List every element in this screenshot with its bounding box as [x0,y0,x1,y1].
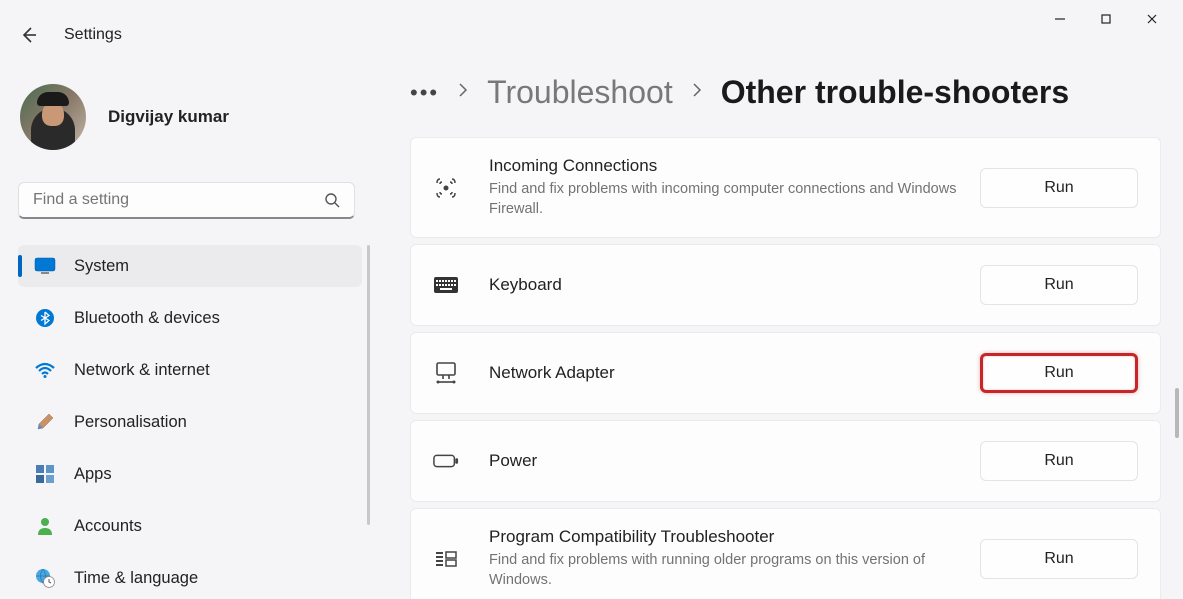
chevron-right-icon [457,81,469,104]
troubleshooter-title: Keyboard [489,275,980,295]
sidebar-item-apps[interactable]: Apps [18,453,362,495]
sidebar: Digvijay kumar System Bluetooth & device… [0,38,380,599]
sidebar-item-time-language[interactable]: Time & language [18,557,362,599]
sidebar-item-accounts[interactable]: Accounts [18,505,362,547]
run-button[interactable]: Run [980,265,1138,305]
run-button[interactable]: Run [980,168,1138,208]
search-input[interactable] [33,191,324,209]
troubleshooter-list: Incoming Connections Find and fix proble… [410,137,1161,599]
content-area: ••• Troubleshoot Other trouble-shooters … [380,38,1183,599]
troubleshooter-power: Power Run [410,420,1161,502]
troubleshooter-title: Power [489,451,980,471]
sidebar-item-label: Apps [74,465,112,484]
network-adapter-icon [433,360,459,386]
maximize-button[interactable] [1083,3,1129,35]
sidebar-item-label: Network & internet [74,361,210,380]
troubleshooter-keyboard: Keyboard Run [410,244,1161,326]
app-title: Settings [64,26,122,44]
sidebar-item-label: Time & language [74,569,198,588]
nav-scrollbar[interactable] [367,245,370,525]
antenna-icon [433,175,459,201]
sidebar-item-bluetooth[interactable]: Bluetooth & devices [18,297,362,339]
troubleshooter-desc: Find and fix problems with incoming comp… [489,179,980,219]
troubleshooter-desc: Find and fix problems with running older… [489,550,980,590]
troubleshooter-network-adapter: Network Adapter Run [410,332,1161,414]
sidebar-item-label: Accounts [74,517,142,536]
troubleshooter-program-compat: Program Compatibility Troubleshooter Fin… [410,508,1161,599]
run-button[interactable]: Run [980,539,1138,579]
sidebar-item-network[interactable]: Network & internet [18,349,362,391]
monitor-icon [34,255,56,277]
run-button[interactable]: Run [980,441,1138,481]
chevron-right-icon [691,81,703,104]
avatar [20,84,86,150]
troubleshooter-title: Incoming Connections [489,156,980,176]
close-button[interactable] [1129,3,1175,35]
troubleshooter-title: Program Compatibility Troubleshooter [489,527,980,547]
header: Settings [0,14,122,56]
sidebar-item-personalisation[interactable]: Personalisation [18,401,362,443]
content-scrollbar[interactable] [1175,388,1179,438]
run-button[interactable]: Run [980,353,1138,393]
profile-name: Digvijay kumar [108,107,229,127]
sidebar-item-label: System [74,257,129,276]
apps-icon [34,463,56,485]
keyboard-icon [433,272,459,298]
battery-icon [433,448,459,474]
back-button[interactable] [18,24,40,46]
wifi-icon [34,359,56,381]
sidebar-item-label: Bluetooth & devices [74,309,220,328]
globe-clock-icon [34,567,56,589]
sidebar-item-label: Personalisation [74,413,187,432]
search-icon [324,192,340,208]
breadcrumb-current: Other trouble-shooters [721,74,1069,111]
troubleshooter-incoming-connections: Incoming Connections Find and fix proble… [410,137,1161,238]
minimize-button[interactable] [1037,3,1083,35]
sidebar-item-system[interactable]: System [18,245,362,287]
brush-icon [34,411,56,433]
search-box[interactable] [18,182,355,219]
troubleshooter-title: Network Adapter [489,363,980,383]
breadcrumb-more[interactable]: ••• [410,80,439,106]
breadcrumb-parent[interactable]: Troubleshoot [487,74,673,111]
bluetooth-icon [34,307,56,329]
breadcrumb: ••• Troubleshoot Other trouble-shooters [410,74,1161,111]
profile-section[interactable]: Digvijay kumar [20,84,362,150]
person-icon [34,515,56,537]
titlebar [0,0,1183,38]
compat-icon [433,546,459,572]
nav-list: System Bluetooth & devices Network & int… [18,245,362,599]
